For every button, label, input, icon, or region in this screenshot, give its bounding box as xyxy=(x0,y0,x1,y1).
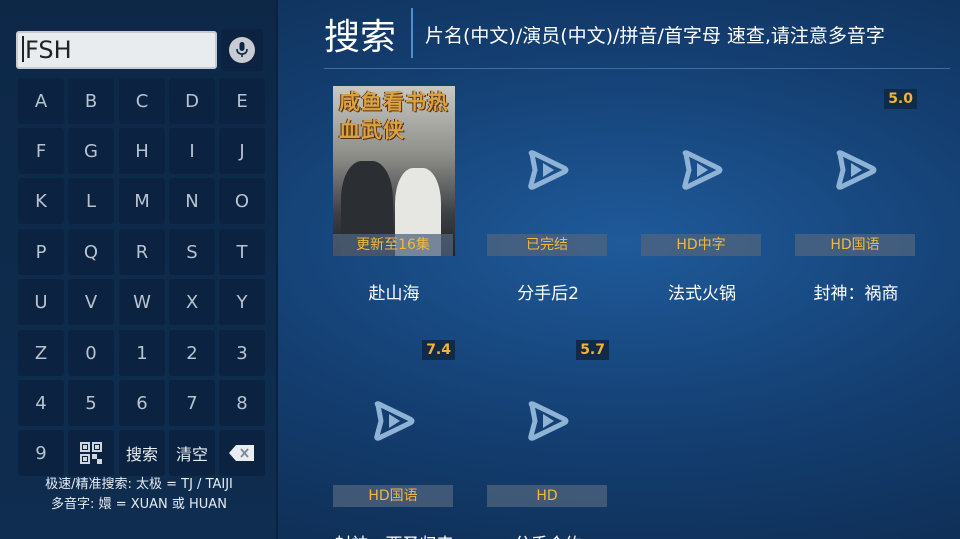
header-divider xyxy=(324,68,950,69)
card-title: 分手后2 xyxy=(517,284,579,304)
poster-placeholder xyxy=(795,86,917,256)
poster-image: 咸鱼看书热血武侠 xyxy=(333,86,455,256)
key-l[interactable]: L xyxy=(68,178,114,224)
play-icon xyxy=(526,401,570,445)
key-q[interactable]: Q xyxy=(68,229,114,275)
keyboard-panel: FSH ABCDE FGHIJ KLMNO PQRST UVWXY Z0123 45678 9… xyxy=(0,0,278,539)
key-b[interactable]: B xyxy=(68,78,114,124)
card-title: 法式火锅 xyxy=(668,284,736,304)
key-w[interactable]: W xyxy=(119,279,165,325)
key-z[interactable]: Z xyxy=(18,330,64,376)
poster-title: 咸鱼看书热血武侠 xyxy=(339,89,449,142)
key-g[interactable]: G xyxy=(68,128,114,174)
score-badge: 5.0 xyxy=(884,89,917,109)
poster-placeholder xyxy=(641,86,763,256)
status-badge: HD中字 xyxy=(641,234,761,256)
play-icon xyxy=(834,150,878,194)
title-divider xyxy=(411,8,413,58)
card-title: 赴山海 xyxy=(368,284,420,304)
key-7[interactable]: 7 xyxy=(169,380,215,426)
key-9[interactable]: 9 xyxy=(18,430,64,476)
key-o[interactable]: O xyxy=(219,178,265,224)
key-x[interactable]: X xyxy=(169,279,215,325)
key-d[interactable]: D xyxy=(169,78,215,124)
key-4[interactable]: 4 xyxy=(18,380,64,426)
status-badge: 已完结 xyxy=(487,234,607,256)
key-j[interactable]: J xyxy=(219,128,265,174)
key-y[interactable]: Y xyxy=(219,279,265,325)
play-icon xyxy=(526,150,570,194)
key-0[interactable]: 0 xyxy=(68,330,114,376)
key-1[interactable]: 1 xyxy=(119,330,165,376)
score-badge: 7.4 xyxy=(422,340,455,360)
status-badge: 更新至16集 xyxy=(333,234,453,256)
search-button[interactable]: 搜索 xyxy=(119,430,165,476)
search-input-value: FSH xyxy=(25,36,72,64)
key-f[interactable]: F xyxy=(18,128,64,174)
poster-placeholder xyxy=(487,337,609,507)
status-badge: HD国语 xyxy=(333,485,453,507)
microphone-icon xyxy=(229,37,255,63)
card-title: 分手合约 xyxy=(487,530,609,539)
voice-search-button[interactable] xyxy=(221,29,263,71)
search-tip-line2: 多音字: 嬛 = XUAN 或 HUAN xyxy=(51,497,227,512)
text-caret xyxy=(22,36,24,62)
page-title: 搜索 xyxy=(324,17,397,58)
key-a[interactable]: A xyxy=(18,78,64,124)
key-6[interactable]: 6 xyxy=(119,380,165,426)
key-c[interactable]: C xyxy=(119,78,165,124)
poster-placeholder xyxy=(487,86,609,256)
key-2[interactable]: 2 xyxy=(169,330,215,376)
key-m[interactable]: M xyxy=(119,178,165,224)
key-p[interactable]: P xyxy=(18,229,64,275)
search-input[interactable]: FSH xyxy=(16,31,217,69)
qr-code-icon xyxy=(80,442,102,464)
status-badge: HD国语 xyxy=(795,234,915,256)
key-t[interactable]: T xyxy=(219,229,265,275)
play-icon xyxy=(680,150,724,194)
key-i[interactable]: I xyxy=(169,128,215,174)
key-k[interactable]: K xyxy=(18,178,64,224)
qr-code-button[interactable] xyxy=(68,430,114,476)
key-e[interactable]: E xyxy=(219,78,265,124)
key-h[interactable]: H xyxy=(119,128,165,174)
key-8[interactable]: 8 xyxy=(219,380,265,426)
card-title: 封神：祸商 xyxy=(813,284,899,304)
key-r[interactable]: R xyxy=(119,229,165,275)
key-n[interactable]: N xyxy=(169,178,215,224)
key-s[interactable]: S xyxy=(169,229,215,275)
search-hint: 片名(中文)/演员(中文)/拼音/首字母 速查,请注意多音字 xyxy=(425,25,885,47)
status-badge: HD xyxy=(487,485,607,507)
poster-placeholder xyxy=(333,337,455,507)
score-badge: 5.7 xyxy=(576,340,609,360)
search-tip-line1: 极速/精准搜索: 太极 = TJ / TAIJI xyxy=(45,477,233,492)
key-u[interactable]: U xyxy=(18,279,64,325)
key-5[interactable]: 5 xyxy=(68,380,114,426)
card-title: 封神：西圣归来 xyxy=(333,530,455,539)
key-v[interactable]: V xyxy=(68,279,114,325)
play-icon xyxy=(372,401,416,445)
backspace-icon xyxy=(229,445,254,461)
key-3[interactable]: 3 xyxy=(219,330,265,376)
backspace-button[interactable] xyxy=(219,430,265,476)
clear-button[interactable]: 清空 xyxy=(169,430,215,476)
